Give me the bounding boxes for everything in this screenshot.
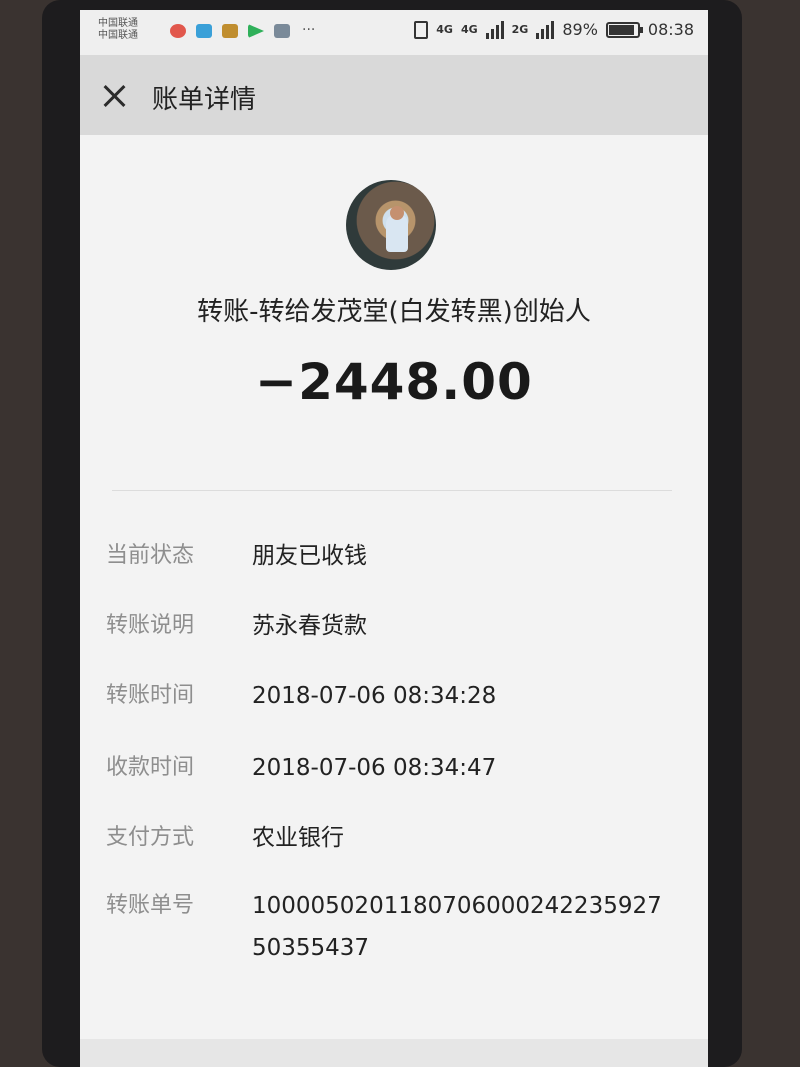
signal-icon: [536, 20, 555, 39]
detail-row-transfer-time: 转账时间 2018-07-06 08:34:28: [80, 675, 708, 715]
notification-icons: ···: [170, 22, 316, 38]
detail-row-note: 转账说明 苏永春货款: [80, 605, 708, 645]
vibrate-icon: [414, 20, 429, 39]
payee-avatar[interactable]: [346, 180, 436, 270]
detail-label: 转账单号: [106, 893, 195, 918]
detail-row-status: 当前状态 朋友已收钱: [80, 535, 708, 575]
detail-value: 苏永春货款: [252, 613, 367, 639]
carrier-2: 中国联通: [98, 30, 138, 41]
detail-value: 朋友已收钱: [252, 543, 367, 569]
battery-icon: [605, 21, 643, 38]
page-title: 账单详情: [152, 85, 257, 115]
amount: −2448.00: [255, 353, 533, 411]
detail-label: 转账时间: [106, 683, 195, 708]
status-right: 4G 4G 2G 89% 08:38: [414, 20, 694, 39]
detail-label: 转账说明: [106, 613, 195, 638]
detail-row-receive-time: 收款时间 2018-07-06 08:34:47: [80, 747, 708, 787]
detail-value: 1000050201180706000242235927 50355437: [252, 893, 662, 961]
bill-detail-content: 转账-转给发茂堂(白发转黑)创始人 −2448.00 当前状态 朋友已收钱 转账…: [80, 135, 708, 1067]
detail-value: 2018-07-06 08:34:28: [252, 683, 497, 709]
carrier-1: 中国联通: [98, 18, 138, 29]
nav-bar: 账单详情: [80, 55, 708, 135]
phone-screen: 中国联通 中国联通 ··· 4G 4G 2G 89% 08:38 账单详情 转账…: [80, 10, 708, 1067]
app-notification-icon: [222, 24, 238, 38]
detail-label: 当前状态: [106, 543, 195, 568]
carrier-labels: 中国联通 中国联通: [98, 18, 138, 42]
detail-label: 支付方式: [106, 825, 195, 850]
divider: [112, 490, 672, 491]
network-type-1: 4G: [436, 23, 453, 36]
battery-level-fill: [608, 24, 634, 35]
payee-name: 转账-转给发茂堂(白发转黑)创始人: [197, 297, 591, 327]
detail-value: 2018-07-06 08:34:47: [252, 755, 497, 781]
network-type-2: 4G: [460, 23, 478, 36]
app-notification-icon: [274, 24, 290, 38]
network-type-3: 2G: [511, 23, 529, 36]
weibo-notification-icon: [170, 24, 186, 38]
more-notifications-icon: ···: [302, 22, 316, 38]
status-bar: 中国联通 中国联通 ··· 4G 4G 2G 89% 08:38: [80, 10, 708, 55]
avatar-photo-head: [390, 206, 404, 220]
play-notification-icon: [248, 24, 264, 38]
detail-row-order-number: 转账单号 1000050201180706000242235927 503554…: [80, 885, 708, 961]
battery-percent: 89%: [562, 20, 598, 39]
detail-label: 收款时间: [106, 755, 195, 780]
app-notification-icon: [196, 24, 212, 38]
bottom-strip: [80, 1039, 708, 1067]
detail-value: 农业银行: [252, 825, 344, 851]
signal-icon: [485, 20, 504, 39]
clock: 08:38: [647, 20, 694, 39]
detail-row-payment-method: 支付方式 农业银行: [80, 817, 708, 857]
close-icon[interactable]: [102, 83, 128, 109]
